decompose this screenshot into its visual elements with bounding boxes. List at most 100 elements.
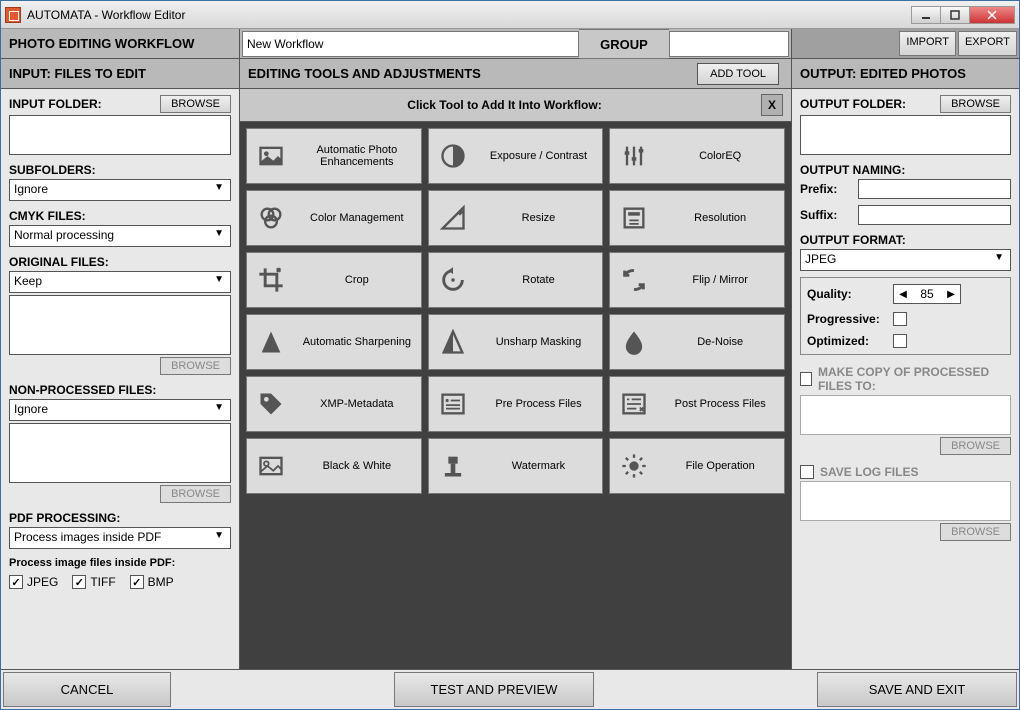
- tool-icon: [435, 386, 471, 422]
- tool-automatic-photo-enhancements[interactable]: Automatic Photo Enhancements: [246, 128, 422, 184]
- tool-flip-mirror[interactable]: Flip / Mirror: [609, 252, 785, 308]
- maximize-button[interactable]: [940, 6, 970, 24]
- export-button[interactable]: EXPORT: [958, 31, 1017, 56]
- window-title: AUTOMATA - Workflow Editor: [27, 8, 912, 22]
- app-icon: [5, 7, 21, 23]
- tool-icon: [616, 200, 652, 236]
- tool-label: Watermark: [481, 460, 597, 472]
- input-folder-field[interactable]: [9, 115, 231, 155]
- input-panel: INPUT FOLDER: BROWSE SUBFOLDERS: Ignore …: [1, 89, 240, 669]
- tool-icon: [616, 138, 652, 174]
- minimize-button[interactable]: [911, 6, 941, 24]
- tool-icon: [616, 448, 652, 484]
- original-dest-field[interactable]: [9, 295, 231, 355]
- output-format-dropdown[interactable]: JPEG: [800, 249, 1011, 271]
- tool-label: XMP-Metadata: [299, 398, 415, 410]
- import-button[interactable]: IMPORT: [899, 31, 956, 56]
- original-browse: BROWSE: [160, 357, 231, 375]
- tool-rotate[interactable]: Rotate: [428, 252, 604, 308]
- tool-label: Automatic Photo Enhancements: [299, 144, 415, 168]
- tool-icon: [616, 262, 652, 298]
- tool-label: File Operation: [662, 460, 778, 472]
- add-tool-button[interactable]: ADD TOOL: [697, 63, 779, 85]
- makecopy-browse: BROWSE: [940, 437, 1011, 455]
- tool-label: Exposure / Contrast: [481, 150, 597, 162]
- tool-label: Color Management: [299, 212, 415, 224]
- prefix-label: Prefix:: [800, 182, 852, 196]
- output-folder-browse[interactable]: BROWSE: [940, 95, 1011, 113]
- tool-label: Automatic Sharpening: [299, 336, 415, 348]
- optimized-checkbox[interactable]: [893, 334, 907, 348]
- pdf-dropdown[interactable]: Process images inside PDF: [9, 527, 231, 549]
- tool-automatic-sharpening[interactable]: Automatic Sharpening: [246, 314, 422, 370]
- tool-icon: [253, 200, 289, 236]
- tool-unsharp-masking[interactable]: Unsharp Masking: [428, 314, 604, 370]
- output-naming-label: OUTPUT NAMING:: [800, 163, 1011, 177]
- original-dropdown[interactable]: Keep: [9, 271, 231, 293]
- quality-down[interactable]: ◀: [894, 289, 912, 300]
- quality-spinner[interactable]: ◀ 85 ▶: [893, 284, 961, 304]
- tool-label: Black & White: [299, 460, 415, 472]
- output-format-label: OUTPUT FORMAT:: [800, 233, 1011, 247]
- group-label: GROUP: [579, 29, 669, 59]
- suffix-input[interactable]: [858, 205, 1011, 225]
- tool-label: Crop: [299, 274, 415, 286]
- tool-crop[interactable]: Crop: [246, 252, 422, 308]
- prefix-input[interactable]: [858, 179, 1011, 199]
- makecopy-field: [800, 395, 1011, 435]
- workflow-name-input[interactable]: New Workflow: [242, 31, 579, 57]
- nonproc-browse: BROWSE: [160, 485, 231, 503]
- tool-pre-process-files[interactable]: Pre Process Files: [428, 376, 604, 432]
- cancel-button[interactable]: CANCEL: [3, 672, 171, 707]
- tool-exposure-contrast[interactable]: Exposure / Contrast: [428, 128, 604, 184]
- tool-label: Post Process Files: [662, 398, 778, 410]
- tool-file-operation[interactable]: File Operation: [609, 438, 785, 494]
- nonproc-dropdown[interactable]: Ignore: [9, 399, 231, 421]
- tools-header: EDITING TOOLS AND ADJUSTMENTS: [248, 66, 481, 81]
- pdf-tiff-checkbox[interactable]: [72, 575, 86, 589]
- output-folder-field[interactable]: [800, 115, 1011, 155]
- quality-label: Quality:: [807, 287, 887, 301]
- tools-picker-title: Click Tool to Add It Into Workflow:: [248, 98, 761, 112]
- tool-label: De-Noise: [662, 336, 778, 348]
- nonproc-dest-field[interactable]: [9, 423, 231, 483]
- tool-label: Pre Process Files: [481, 398, 597, 410]
- optimized-label: Optimized:: [807, 334, 887, 348]
- tool-color-management[interactable]: Color Management: [246, 190, 422, 246]
- quality-value: 85: [912, 287, 942, 301]
- titlebar: AUTOMATA - Workflow Editor: [1, 1, 1019, 29]
- save-exit-button[interactable]: SAVE AND EXIT: [817, 672, 1017, 707]
- tool-post-process-files[interactable]: Post Process Files: [609, 376, 785, 432]
- cmyk-dropdown[interactable]: Normal processing: [9, 225, 231, 247]
- savelog-checkbox[interactable]: [800, 465, 814, 479]
- tool-label: Resize: [481, 212, 597, 224]
- tool-label: Unsharp Masking: [481, 336, 597, 348]
- tool-icon: [616, 324, 652, 360]
- quality-up[interactable]: ▶: [942, 289, 960, 300]
- tools-close-button[interactable]: X: [761, 94, 783, 116]
- tool-label: Flip / Mirror: [662, 274, 778, 286]
- tool-icon: [616, 386, 652, 422]
- tool-xmp-metadata[interactable]: XMP-Metadata: [246, 376, 422, 432]
- group-input[interactable]: [669, 31, 789, 57]
- pdf-jpeg-checkbox[interactable]: [9, 575, 23, 589]
- input-folder-browse[interactable]: BROWSE: [160, 95, 231, 113]
- tool-label: Resolution: [662, 212, 778, 224]
- input-folder-label: INPUT FOLDER:: [9, 97, 102, 111]
- tool-coloreq[interactable]: ColorEQ: [609, 128, 785, 184]
- savelog-browse: BROWSE: [940, 523, 1011, 541]
- test-preview-button[interactable]: TEST AND PREVIEW: [394, 672, 594, 707]
- tool-resolution[interactable]: Resolution: [609, 190, 785, 246]
- tool-de-noise[interactable]: De-Noise: [609, 314, 785, 370]
- input-header: INPUT: FILES TO EDIT: [1, 59, 240, 88]
- original-label: ORIGINAL FILES:: [9, 255, 231, 269]
- tool-resize[interactable]: Resize: [428, 190, 604, 246]
- tool-black-white[interactable]: Black & White: [246, 438, 422, 494]
- pdf-bmp-checkbox[interactable]: [130, 575, 144, 589]
- progressive-checkbox[interactable]: [893, 312, 907, 326]
- subfolders-dropdown[interactable]: Ignore: [9, 179, 231, 201]
- makecopy-checkbox[interactable]: [800, 372, 812, 386]
- close-button[interactable]: [969, 6, 1015, 24]
- savelog-field: [800, 481, 1011, 521]
- tool-watermark[interactable]: Watermark: [428, 438, 604, 494]
